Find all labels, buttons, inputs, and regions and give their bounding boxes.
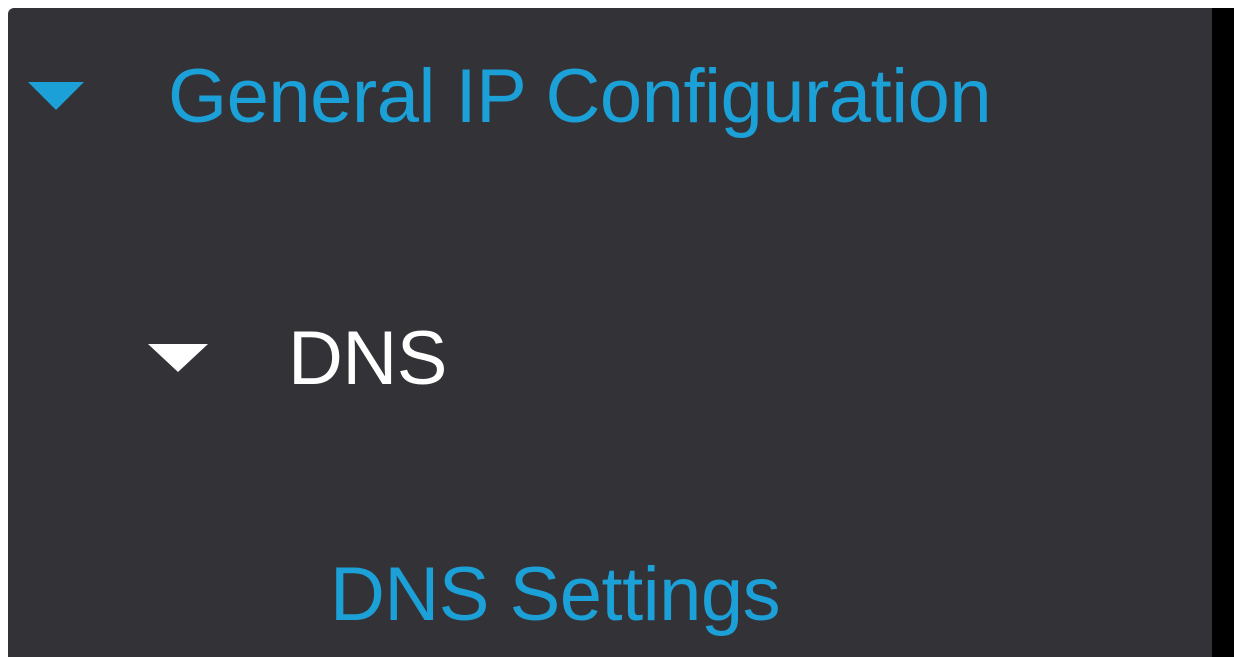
content-edge: [1212, 8, 1234, 657]
caret-down-icon[interactable]: [28, 82, 84, 110]
nav-item-dns[interactable]: DNS: [148, 314, 447, 402]
nav-item-label: DNS Settings: [330, 551, 781, 637]
caret-down-icon[interactable]: [148, 344, 208, 372]
nav-item-label: DNS: [288, 315, 447, 401]
nav-item-dns-settings[interactable]: DNS Settings: [330, 548, 781, 640]
navigation-panel: General IP Configuration DNS DNS Setting…: [8, 8, 1212, 657]
nav-item-label: General IP Configuration: [168, 53, 992, 139]
nav-item-general-ip-configuration[interactable]: General IP Configuration: [28, 50, 992, 142]
